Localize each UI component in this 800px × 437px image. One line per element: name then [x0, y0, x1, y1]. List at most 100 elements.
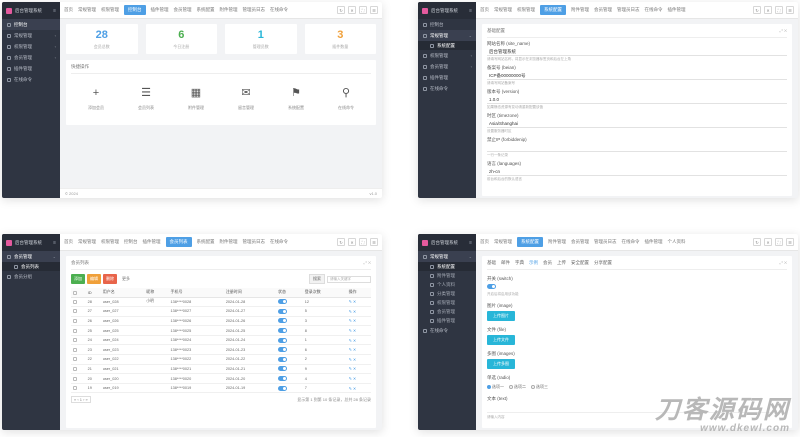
tab-user-list[interactable]: 会员列表 [165, 237, 192, 247]
table-row[interactable]: 28 user_028 小明 138****0028 2024-01-28 12 ✎ ✕ [71, 297, 371, 308]
column-header[interactable]: ID [85, 288, 101, 298]
sidebar-item-users[interactable]: 会员管理 ⌄ [2, 251, 60, 262]
table-row[interactable]: 25 user_025 138****0025 2024-01-25 8 ✎ ✕ [71, 325, 371, 336]
tab-addons[interactable]: 插件管理 [151, 7, 169, 13]
tab-adminlog[interactable]: 管理员日志 [594, 239, 617, 245]
upload-file-button[interactable]: 上传文件 [487, 335, 515, 345]
radio-option[interactable]: 选项三 [531, 384, 548, 390]
card-tools-icon[interactable]: ⤢ ✕ [780, 260, 787, 265]
tab-profile[interactable]: 个人资料 [668, 239, 686, 245]
tab-addons[interactable]: 插件管理 [668, 7, 686, 13]
config-tab[interactable]: 邮件 [501, 260, 510, 266]
row-actions[interactable]: ✎ ✕ [346, 344, 371, 356]
tab-config[interactable]: 系统配置 [197, 239, 215, 245]
search-button[interactable]: 搜索 [309, 274, 325, 284]
tab-dashboard[interactable]: 控制台 [124, 5, 146, 15]
config-tab[interactable]: 分享配置 [594, 260, 612, 266]
column-header[interactable]: 用户名 [100, 288, 145, 298]
fullscreen-icon[interactable]: ⛶ [775, 6, 783, 14]
status-switch[interactable] [276, 344, 303, 356]
row-checkbox[interactable] [71, 354, 86, 365]
sidebar-item-addons[interactable]: 插件管理 [418, 72, 476, 83]
table-row[interactable]: 21 user_021 138****0021 2024-01-21 9 ✎ ✕ [71, 364, 371, 375]
refresh-icon[interactable]: ↻ [337, 6, 345, 14]
tab-users[interactable]: 会员管理 [174, 7, 192, 13]
status-switch[interactable] [276, 364, 303, 375]
status-switch[interactable] [276, 354, 303, 365]
row-checkbox[interactable] [71, 316, 86, 327]
sidebar-item-attachment[interactable]: 附件管理 [418, 271, 476, 280]
row-checkbox[interactable] [71, 325, 86, 336]
languages-input[interactable]: zh-cn [487, 169, 787, 176]
tab-home[interactable]: 首页 [480, 7, 489, 13]
row-actions[interactable]: ✎ ✕ [346, 335, 371, 346]
row-actions[interactable]: ✎ ✕ [346, 364, 371, 375]
sidebar-item-users[interactable]: 会员管理 ‹ [2, 52, 60, 63]
config-tab[interactable]: 字典 [515, 260, 524, 266]
status-switch[interactable] [276, 335, 303, 346]
row-actions[interactable]: ✎ ✕ [346, 354, 371, 365]
sidebar-item-general[interactable]: 常规管理 ⌄ [418, 30, 476, 41]
fullscreen-icon[interactable]: ⛶ [359, 6, 367, 14]
row-checkbox[interactable] [71, 306, 86, 317]
status-switch[interactable] [276, 316, 303, 327]
tab-auth[interactable]: 权限管理 [101, 7, 119, 13]
status-switch[interactable] [276, 297, 303, 308]
column-header[interactable]: 状态 [276, 288, 303, 298]
pagination-controls[interactable]: « ‹ 1 › » [71, 396, 91, 404]
row-checkbox[interactable] [71, 297, 86, 308]
radio-option[interactable]: 选项一 [487, 384, 504, 390]
sidebar-item-command[interactable]: 在线命令 [2, 74, 60, 85]
menu-toggle-icon[interactable]: ≡ [469, 8, 472, 14]
sidebar-item-addons[interactable]: 插件管理 [418, 316, 476, 325]
row-checkbox[interactable] [71, 383, 86, 394]
shortcut-config[interactable]: ⚑ 系统配置 [288, 88, 304, 111]
sidebar-item-users[interactable]: 会员管理 ‹ [418, 61, 476, 72]
fullscreen-icon[interactable]: ⛶ [359, 238, 367, 246]
sidebar-item-user-list[interactable]: 会员列表 [2, 262, 60, 271]
tab-users[interactable]: 会员管理 [571, 239, 589, 245]
shortcut-command[interactable]: ⚲ 在线命令 [338, 88, 354, 111]
select-all-checkbox[interactable] [71, 288, 86, 298]
tab-command[interactable]: 在线命令 [270, 239, 288, 245]
sidebar-item-user-group[interactable]: 会员分组 [2, 271, 60, 282]
shortcut-attachment[interactable]: ▦ 附件管理 [188, 88, 204, 111]
table-row[interactable]: 26 user_026 138****0026 2024-01-26 3 ✎ ✕ [71, 316, 371, 327]
version-input[interactable]: 1.0.0 [487, 97, 787, 104]
search-input[interactable]: 请输入关键字 [327, 275, 371, 283]
table-row[interactable]: 27 user_027 138****0027 2024-01-27 5 ✎ ✕ [71, 306, 371, 317]
config-tab[interactable]: 会员 [543, 260, 552, 266]
table-row[interactable]: 19 user_019 138****0019 2024-01-19 7 ✎ ✕ [71, 383, 371, 394]
shortcut-add-user[interactable]: + 添加会员 [88, 88, 104, 111]
card-tools-icon[interactable]: ⤢ ✕ [364, 260, 371, 265]
radio-option[interactable]: 选项二 [509, 384, 526, 390]
status-switch[interactable] [276, 306, 303, 317]
row-actions[interactable]: ✎ ✕ [346, 325, 371, 336]
table-row[interactable]: 22 user_022 138****0022 2024-01-22 2 ✎ ✕ [71, 354, 371, 365]
tab-general[interactable]: 常规管理 [78, 7, 96, 13]
card-tools-icon[interactable]: ⤢ ✕ [780, 28, 787, 33]
tab-command[interactable]: 在线命令 [270, 7, 288, 13]
refresh-icon[interactable]: ↻ [337, 238, 345, 246]
menu-icon[interactable]: ☰ [786, 6, 794, 14]
menu-icon[interactable]: ☰ [370, 6, 378, 14]
upload-images-button[interactable]: 上传多图 [487, 359, 515, 369]
sidebar-item-category[interactable]: 分类管理 [418, 289, 476, 298]
tab-home[interactable]: 首页 [480, 239, 489, 245]
tab-general[interactable]: 常规管理 [494, 7, 512, 13]
more-button[interactable]: 更多 [122, 276, 130, 282]
tab-dashboard[interactable]: 控制台 [124, 239, 138, 245]
tab-addons[interactable]: 插件管理 [645, 239, 663, 245]
refresh-icon[interactable]: ↻ [753, 6, 761, 14]
shortcut-user-list[interactable]: ☰ 会员列表 [138, 88, 154, 111]
tab-general[interactable]: 常规管理 [78, 239, 96, 245]
sidebar-item-profile[interactable]: 个人资料 [418, 280, 476, 289]
delete-button[interactable]: 删除 [103, 274, 117, 284]
forbiddenip-input[interactable] [487, 145, 787, 152]
config-tab[interactable]: 安全配置 [571, 260, 589, 266]
tab-adminlog[interactable]: 管理员日志 [617, 7, 640, 13]
row-actions[interactable]: ✎ ✕ [346, 373, 371, 384]
column-header[interactable]: 登录次数 [302, 288, 347, 298]
column-header[interactable]: 注册时间 [223, 288, 276, 298]
close-icon[interactable]: ✕ [764, 238, 772, 246]
